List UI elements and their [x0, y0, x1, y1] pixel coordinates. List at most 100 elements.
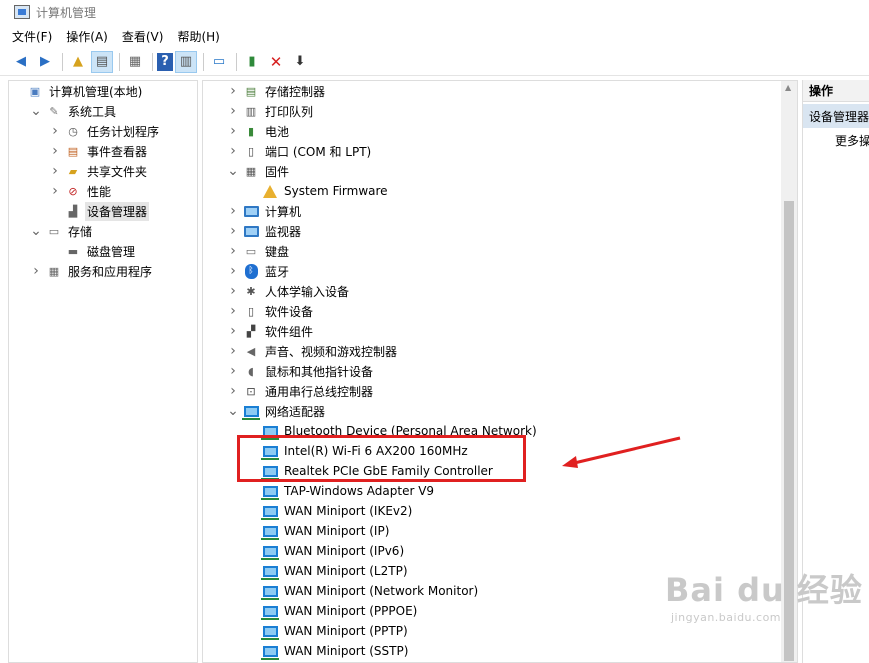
chevron-right-icon[interactable]: ›	[227, 83, 239, 99]
chevron-right-icon[interactable]: ›	[49, 163, 61, 179]
services-icon: ▦	[48, 264, 60, 278]
network-adapter-icon	[260, 523, 279, 540]
scan-hardware-icon[interactable]: ▭	[208, 51, 230, 73]
monitor-icon-shape	[243, 225, 259, 237]
uninstall-x-icon[interactable]: ✕	[265, 51, 287, 73]
chevron-right-icon[interactable]: ›	[227, 203, 239, 219]
device-tree-item[interactable]: › ▤ 存储控制器	[227, 81, 327, 101]
device-tree-item[interactable]: Realtek PCIe GbE Family Controller	[246, 461, 495, 481]
device-tree-item[interactable]: WAN Miniport (IP)	[246, 521, 391, 541]
device-tree-item[interactable]: WAN Miniport (SSTP)	[246, 641, 410, 661]
device-tree[interactable]: ▲ › ▤ 存储控制器 › ▥ 打印队列 › ▮ 电池 › ▯ 端口 (COM 和 LPT) ⌄ ▦ 固件 S…	[202, 80, 798, 663]
device-tree-item[interactable]: › ✱ 人体学输入设备	[227, 281, 351, 301]
menu-help[interactable]: 帮助(H)	[177, 28, 219, 45]
device-tree-item[interactable]: › ◖ 鼠标和其他指针设备	[227, 361, 375, 381]
battery-icon: ▮	[247, 124, 255, 138]
device-tree-item-label: Intel(R) Wi-Fi 6 AX200 160MHz	[284, 444, 468, 458]
chevron-right-icon[interactable]: ›	[30, 263, 42, 279]
chevron-down-icon[interactable]: ⌄	[227, 403, 239, 419]
chevron-right-icon[interactable]: ›	[227, 343, 239, 359]
device-tree-item[interactable]: › ⊡ 通用串行总线控制器	[227, 381, 375, 401]
device-manager-icon: ▟	[68, 204, 78, 218]
update-driver-icon[interactable]: ▮	[241, 51, 263, 73]
scroll-thumb[interactable]	[784, 201, 794, 661]
chevron-right-icon[interactable]: ›	[227, 303, 239, 319]
device-tree-item[interactable]: System Firmware	[246, 181, 390, 201]
menu-view[interactable]: 查看(V)	[122, 28, 164, 45]
device-tree-item[interactable]: WAN Miniport (Network Monitor)	[246, 581, 480, 601]
chevron-right-icon[interactable]: ›	[49, 183, 61, 199]
console-tree-item[interactable]: › ▦ 服务和应用程序	[30, 261, 154, 281]
device-tree-item[interactable]: › ▯ 软件设备	[227, 301, 315, 321]
title-bar[interactable]: 计算机管理	[0, 0, 869, 24]
scroll-up-arrow-icon[interactable]: ▲	[785, 83, 791, 92]
device-tree-item[interactable]: WAN Miniport (IKEv2)	[246, 501, 414, 521]
chevron-right-icon[interactable]: ›	[227, 103, 239, 119]
device-tree-item[interactable]: › ▞ 软件组件	[227, 321, 315, 341]
device-tree-item[interactable]: › ▯ 端口 (COM 和 LPT)	[227, 141, 373, 161]
chevron-down-icon[interactable]: ⌄	[30, 223, 42, 239]
chevron-down-icon[interactable]: ⌄	[30, 103, 42, 119]
device-tree-item[interactable]: › 计算机	[227, 201, 303, 221]
chevron-right-icon[interactable]: ›	[227, 283, 239, 299]
console-tree-item[interactable]: ⌄ ▭ 存储	[30, 221, 94, 241]
device-tree-item-label: 键盘	[265, 244, 290, 259]
actions-more[interactable]: 更多操	[835, 132, 869, 149]
chevron-right-icon[interactable]: ›	[49, 123, 61, 139]
console-tree-item[interactable]: › ▰ 共享文件夹	[49, 161, 149, 181]
menu-file[interactable]: 文件(F)	[12, 28, 52, 45]
show-hide-tree-icon[interactable]: ▤	[91, 50, 113, 73]
device-tree-item[interactable]: › 监视器	[227, 221, 303, 241]
device-tree-item[interactable]: Intel(R) Wi-Fi 6 AX200 160MHz	[246, 441, 470, 461]
device-tree-item[interactable]: WAN Miniport (IPv6)	[246, 541, 406, 561]
device-tree-item[interactable]: ⌄ 网络适配器	[227, 401, 327, 421]
device-tree-item[interactable]: WAN Miniport (PPTP)	[246, 621, 410, 641]
chevron-right-icon[interactable]: ›	[227, 383, 239, 399]
device-tree-item[interactable]: ⌄ ▦ 固件	[227, 161, 291, 181]
device-tree-item[interactable]: › ▥ 打印队列	[227, 101, 315, 121]
properties-icon[interactable]: ▦	[124, 51, 146, 73]
device-tree-item[interactable]: › ◀ 声音、视频和游戏控制器	[227, 341, 399, 361]
menu-action[interactable]: 操作(A)	[66, 28, 108, 45]
chevron-right-icon[interactable]: ›	[227, 123, 239, 139]
chevron-right-icon[interactable]: ›	[227, 143, 239, 159]
actions-device-manager[interactable]: 设备管理器	[803, 104, 869, 128]
console-tree-item[interactable]: ▟ 设备管理器	[49, 201, 150, 221]
network-adapter-icon	[260, 483, 279, 500]
device-tree-item[interactable]: › ▭ 键盘	[227, 241, 291, 261]
chevron-right-icon[interactable]: ›	[49, 143, 61, 159]
action-pane-icon[interactable]: ▥	[175, 50, 197, 73]
device-tree-item[interactable]: WAN Miniport (L2TP)	[246, 561, 410, 581]
network-adapter-icon	[260, 443, 279, 460]
device-tree-item[interactable]: › ᛒ 蓝牙	[227, 261, 291, 281]
device-tree-item[interactable]: › ▮ 电池	[227, 121, 291, 141]
software-device-icon: ▯	[247, 304, 255, 318]
chevron-right-icon[interactable]: ›	[227, 243, 239, 259]
help-icon[interactable]: ?	[157, 52, 173, 71]
console-tree-item[interactable]: ⌄ ✎ 系统工具	[30, 101, 118, 121]
forward-arrow-icon[interactable]: ▶	[34, 51, 56, 73]
network-adapter-shape	[260, 625, 279, 640]
back-arrow-icon[interactable]: ◀	[10, 51, 32, 73]
console-tree-item[interactable]: ▬ 磁盘管理	[49, 241, 137, 261]
device-tree-item[interactable]: TAP-Windows Adapter V9	[246, 481, 436, 501]
device-tree-item[interactable]: WAN Miniport (PPPOE)	[246, 601, 419, 621]
chevron-down-icon[interactable]: ⌄	[227, 163, 239, 179]
device-tree-item-label: System Firmware	[284, 184, 388, 198]
chevron-right-icon[interactable]: ›	[227, 323, 239, 339]
console-tree[interactable]: ▣ 计算机管理(本地) ⌄ ✎ 系统工具 › ◷ 任务计划程序 › ▤ 事件查看器 › ▰ 共享文件夹 › ⊘…	[8, 80, 198, 663]
device-tree-item[interactable]: Bluetooth Device (Personal Area Network)	[246, 421, 539, 441]
console-tree-item-label: 性能	[87, 184, 112, 199]
chevron-right-icon[interactable]: ›	[227, 363, 239, 379]
console-tree-item[interactable]: › ▤ 事件查看器	[49, 141, 149, 161]
console-tree-item[interactable]: › ⊘ 性能	[49, 181, 113, 201]
device-tree-item-label: 软件设备	[265, 304, 314, 319]
device-tree-item-label: 电池	[265, 124, 290, 139]
console-tree-item[interactable]: › ◷ 任务计划程序	[49, 121, 161, 141]
vertical-scrollbar[interactable]: ▲	[781, 81, 797, 662]
console-tree-item[interactable]: ▣ 计算机管理(本地)	[11, 81, 144, 101]
download-driver-icon[interactable]: ⬇	[289, 51, 311, 73]
chevron-right-icon[interactable]: ›	[227, 223, 239, 239]
up-folder-icon[interactable]: ▲	[67, 51, 89, 73]
chevron-right-icon[interactable]: ›	[227, 263, 239, 279]
